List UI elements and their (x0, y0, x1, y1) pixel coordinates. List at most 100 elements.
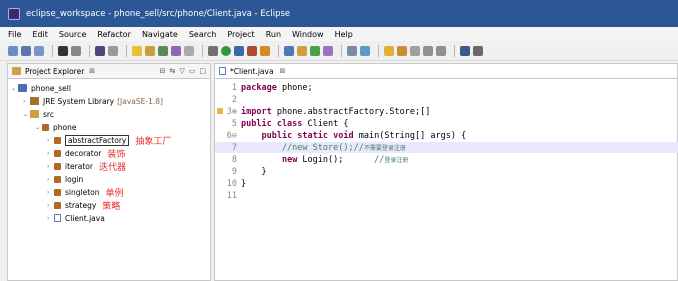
handwritten-note: 迭代器 (98, 162, 126, 173)
debug-launch-icon[interactable] (234, 45, 244, 56)
tree-item-package[interactable]: › strategy 策略 (47, 199, 121, 212)
tree-item-package[interactable]: › decorator 装饰 (47, 147, 125, 160)
code-comment: // (374, 154, 385, 165)
properties-icon[interactable] (71, 45, 81, 56)
external-tools-icon[interactable] (208, 45, 218, 56)
line-number: 2 (231, 94, 237, 105)
expand-toggle-icon[interactable]: › (47, 176, 54, 183)
tree-item-package[interactable]: › singleton 单例 (47, 186, 124, 199)
line-number: 7 (231, 142, 237, 153)
minimize-icon[interactable]: ▭ (189, 67, 196, 75)
open-type-icon[interactable] (347, 45, 357, 56)
new-java-project-icon[interactable] (284, 45, 294, 56)
annotation-next-icon[interactable] (384, 45, 394, 56)
expand-toggle-icon[interactable]: › (47, 215, 54, 222)
toolbar-separator (341, 44, 342, 57)
code-line: 6⊖ public static void main(String[] args… (215, 130, 466, 141)
annotation-prev-icon[interactable] (397, 45, 407, 56)
search-icon[interactable] (360, 45, 370, 56)
expand-toggle-icon[interactable]: › (23, 98, 30, 105)
main-toolbar (0, 41, 678, 61)
java-project-icon (18, 84, 27, 92)
expand-toggle-icon[interactable]: › (47, 150, 54, 157)
view-menu-icon[interactable]: ▽ (179, 67, 184, 75)
show-whitespace-icon[interactable] (184, 45, 194, 56)
code-text: main(String[] args) { (353, 130, 467, 141)
save-icon[interactable] (21, 45, 31, 56)
handwritten-note: 策略 (102, 201, 121, 212)
close-icon[interactable]: ⊠ (89, 67, 95, 75)
new-icon[interactable] (8, 45, 18, 56)
menu-source[interactable]: Source (59, 30, 86, 39)
skip-breakpoints-icon[interactable] (108, 45, 118, 56)
block-selection-icon[interactable] (145, 45, 155, 56)
perspective-java-icon[interactable] (460, 45, 470, 56)
menu-edit[interactable]: Edit (32, 30, 48, 39)
menu-search[interactable]: Search (189, 30, 216, 39)
save-all-icon[interactable] (34, 45, 44, 56)
menu-run[interactable]: Run (266, 30, 281, 39)
code-line: 1 package phone; (215, 82, 313, 93)
tree-item-label: phone_sell (31, 83, 71, 93)
menu-help[interactable]: Help (335, 30, 353, 39)
menu-refactor[interactable]: Refactor (97, 30, 131, 39)
tree-item-label: JRE System Library (43, 96, 115, 106)
tree-item-jre[interactable]: › JRE System Library [JavaSE-1.8] (23, 95, 163, 107)
project-explorer-tab[interactable]: Project Explorer ⊠ ⊟ ⇆ ▽ ▭ □ (8, 64, 210, 79)
tree-item-package[interactable]: › abstractFactory 抽象工厂 (47, 134, 171, 147)
debug-icon[interactable] (58, 45, 68, 56)
package-icon (54, 162, 61, 170)
toggle-mark-icon[interactable] (132, 45, 142, 56)
run-icon[interactable] (221, 45, 231, 56)
terminal-icon[interactable] (95, 45, 105, 56)
code-text: Client { (302, 118, 349, 129)
ant-icon[interactable] (260, 45, 270, 56)
package-icon (54, 188, 61, 196)
collapse-all-icon[interactable]: ⊟ (160, 67, 166, 75)
close-icon[interactable]: ⊠ (280, 67, 286, 75)
expand-toggle-icon[interactable]: › (47, 137, 54, 144)
new-package-icon[interactable] (297, 45, 307, 56)
menu-file[interactable]: File (8, 30, 21, 39)
expand-toggle-icon[interactable]: ⌄ (35, 124, 42, 131)
whitespace-icon[interactable] (158, 45, 168, 56)
tree-item-package[interactable]: › iterator 迭代器 (47, 160, 126, 173)
maximize-icon[interactable]: □ (199, 67, 206, 75)
tree-item-project[interactable]: ⌄ phone_sell (11, 82, 71, 94)
last-edit-icon[interactable] (410, 45, 420, 56)
tree-item-src[interactable]: ⌄ src (23, 108, 54, 120)
tree-item-label: singleton (65, 187, 100, 197)
expand-toggle-icon[interactable]: › (47, 202, 54, 209)
project-explorer-title: Project Explorer (25, 66, 85, 76)
back-icon[interactable] (423, 45, 433, 56)
menu-bar: File Edit Source Refactor Navigate Searc… (0, 27, 678, 41)
expand-toggle-icon[interactable]: › (47, 163, 54, 170)
word-wrap-icon[interactable] (171, 45, 181, 56)
jre-version: [JavaSE-1.8] (117, 96, 163, 106)
tree-item-package-phone[interactable]: ⌄ phone (35, 121, 76, 133)
tree-item-file[interactable]: › Client.java (47, 212, 105, 224)
menu-project[interactable]: Project (227, 30, 254, 39)
package-icon (54, 149, 61, 157)
menu-navigate[interactable]: Navigate (142, 30, 178, 39)
menu-window[interactable]: Window (292, 30, 324, 39)
forward-icon[interactable] (436, 45, 446, 56)
perspective-debug-icon[interactable] (473, 45, 483, 56)
new-class-icon[interactable] (310, 45, 320, 56)
editor-tab[interactable]: *Client.java ⊠ (215, 64, 677, 79)
code-line: 8 new Login(); // 登录注册 (215, 154, 408, 165)
package-icon (42, 123, 49, 131)
expand-toggle-icon[interactable]: ⌄ (11, 85, 18, 92)
coverage-icon[interactable] (247, 45, 257, 56)
tree-item-package[interactable]: › login (47, 173, 83, 185)
expand-toggle-icon[interactable]: ⌄ (23, 111, 30, 118)
toolbar-separator (52, 44, 53, 57)
link-editor-icon[interactable]: ⇆ (169, 67, 175, 75)
toolbar-separator (454, 44, 455, 57)
code-text: phone; (276, 82, 313, 93)
library-icon (30, 97, 39, 105)
warning-marker-icon[interactable] (217, 108, 223, 114)
package-icon (54, 136, 61, 144)
new-interface-icon[interactable] (323, 45, 333, 56)
expand-toggle-icon[interactable]: › (47, 189, 54, 196)
